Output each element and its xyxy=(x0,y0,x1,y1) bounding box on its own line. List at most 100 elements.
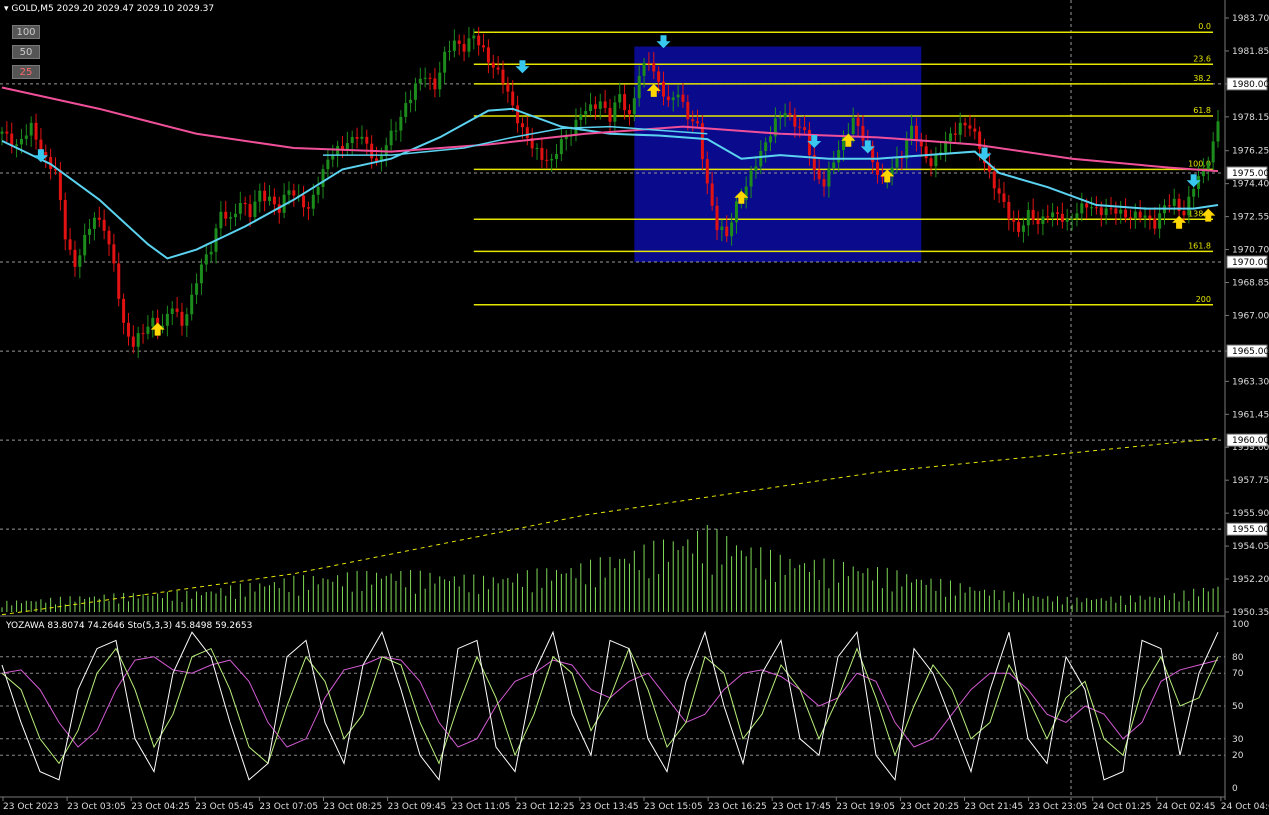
candle-body xyxy=(360,136,364,139)
time-tick-label: 23 Oct 15:05 xyxy=(644,802,703,812)
candle-body xyxy=(1158,213,1162,229)
candle-body xyxy=(559,139,563,155)
chart-canvas[interactable]: 0.023.638.261.8100.0138.2161.82001983.70… xyxy=(0,0,1269,815)
candle-body xyxy=(900,157,904,159)
price-tick-label: 1968.85 xyxy=(1232,278,1269,288)
candle-body xyxy=(593,104,597,109)
candle-body xyxy=(457,40,461,44)
price-tick-label: 1952.20 xyxy=(1232,575,1269,585)
candle-body xyxy=(540,147,544,160)
candle-body xyxy=(326,159,330,170)
zoom-50-button[interactable]: 50 xyxy=(12,45,40,59)
price-tick-label: 1974.40 xyxy=(1232,180,1269,190)
candle-body xyxy=(1060,213,1064,222)
candle-body xyxy=(433,78,437,90)
time-tick-label: 23 Oct 05:45 xyxy=(195,802,254,812)
candle-body xyxy=(657,71,661,82)
price-tick-label: 1963.30 xyxy=(1232,377,1269,387)
candle-body xyxy=(516,105,520,124)
candle-body xyxy=(175,308,179,312)
candle-body xyxy=(1012,219,1016,222)
candle-body xyxy=(491,62,495,68)
time-tick-label: 23 Oct 21:45 xyxy=(965,802,1024,812)
candle-body xyxy=(958,122,962,135)
candle-body xyxy=(331,155,335,160)
candle-body xyxy=(759,150,763,167)
candle-body xyxy=(822,179,826,187)
candle-body xyxy=(1104,208,1108,216)
zoom-25-button[interactable]: 25 xyxy=(12,65,40,79)
osc-tick-label: 70 xyxy=(1232,669,1244,679)
candle-body xyxy=(321,169,325,188)
candle-body xyxy=(29,122,33,136)
candle-body xyxy=(141,333,145,335)
candle-body xyxy=(589,104,593,112)
candle-body xyxy=(642,62,646,76)
osc-tick-label: 80 xyxy=(1232,653,1244,663)
price-tick-label: 1950.35 xyxy=(1232,608,1269,618)
candle-body xyxy=(535,147,539,149)
candle-body xyxy=(15,144,19,146)
candle-body xyxy=(438,72,442,90)
candle-body xyxy=(63,200,67,240)
sell-arrow-icon xyxy=(656,35,671,49)
candle-body xyxy=(5,131,9,134)
candle-body xyxy=(1085,203,1089,208)
candle-body xyxy=(1090,207,1094,209)
candle-body xyxy=(190,294,194,315)
candle-body xyxy=(666,96,670,101)
candle-body xyxy=(506,83,510,92)
zoom-100-button[interactable]: 100 xyxy=(12,25,40,39)
candle-body xyxy=(340,145,344,149)
candle-body xyxy=(316,187,320,195)
candle-body xyxy=(1031,209,1035,220)
candle-body xyxy=(749,170,753,187)
candle-body xyxy=(68,239,72,250)
candle-body xyxy=(696,121,700,124)
candle-body xyxy=(185,314,189,326)
price-level-label: 1980.00 xyxy=(1232,80,1269,90)
candle-body xyxy=(1109,208,1113,210)
stoch-signal-line xyxy=(1,647,1219,765)
candle-body xyxy=(895,157,899,168)
candle-body xyxy=(151,317,155,327)
candle-body xyxy=(1192,188,1196,197)
candle-body xyxy=(637,75,641,99)
candle-body xyxy=(953,133,957,135)
candle-body xyxy=(472,35,476,39)
candle-body xyxy=(394,130,398,132)
candle-body xyxy=(545,159,549,161)
candle-body xyxy=(170,308,174,314)
price-tick-label: 1954.05 xyxy=(1232,542,1269,552)
candle-body xyxy=(97,217,101,220)
candle-body xyxy=(769,136,773,143)
fib-label: 200 xyxy=(1196,295,1211,304)
candle-body xyxy=(180,311,184,326)
candle-body xyxy=(1065,218,1069,222)
candle-body xyxy=(482,45,486,48)
candle-body xyxy=(83,234,87,256)
yozawa-line xyxy=(1,656,1219,748)
candle-body xyxy=(992,171,996,189)
candle-body xyxy=(613,102,617,122)
candle-body xyxy=(734,201,738,223)
candle-body xyxy=(520,123,524,128)
candle-body xyxy=(1002,193,1006,202)
candle-body xyxy=(968,125,972,129)
candle-body xyxy=(204,254,208,265)
candle-body xyxy=(754,166,758,171)
candle-body xyxy=(511,91,515,106)
time-tick-label: 23 Oct 11:05 xyxy=(452,802,511,812)
time-tick-label: 23 Oct 03:05 xyxy=(67,802,126,812)
candles xyxy=(0,26,1220,359)
candle-body xyxy=(554,154,558,160)
candle-body xyxy=(1143,215,1147,218)
candle-body xyxy=(350,136,354,144)
candle-body xyxy=(817,170,821,180)
fib-label: 0.0 xyxy=(1198,22,1211,31)
dropdown-triangle-icon[interactable]: ▾ xyxy=(4,4,9,14)
time-tick-label: 23 Oct 16:25 xyxy=(708,802,767,812)
candle-body xyxy=(413,83,417,100)
candle-body xyxy=(1007,201,1011,220)
candle-body xyxy=(720,226,724,231)
